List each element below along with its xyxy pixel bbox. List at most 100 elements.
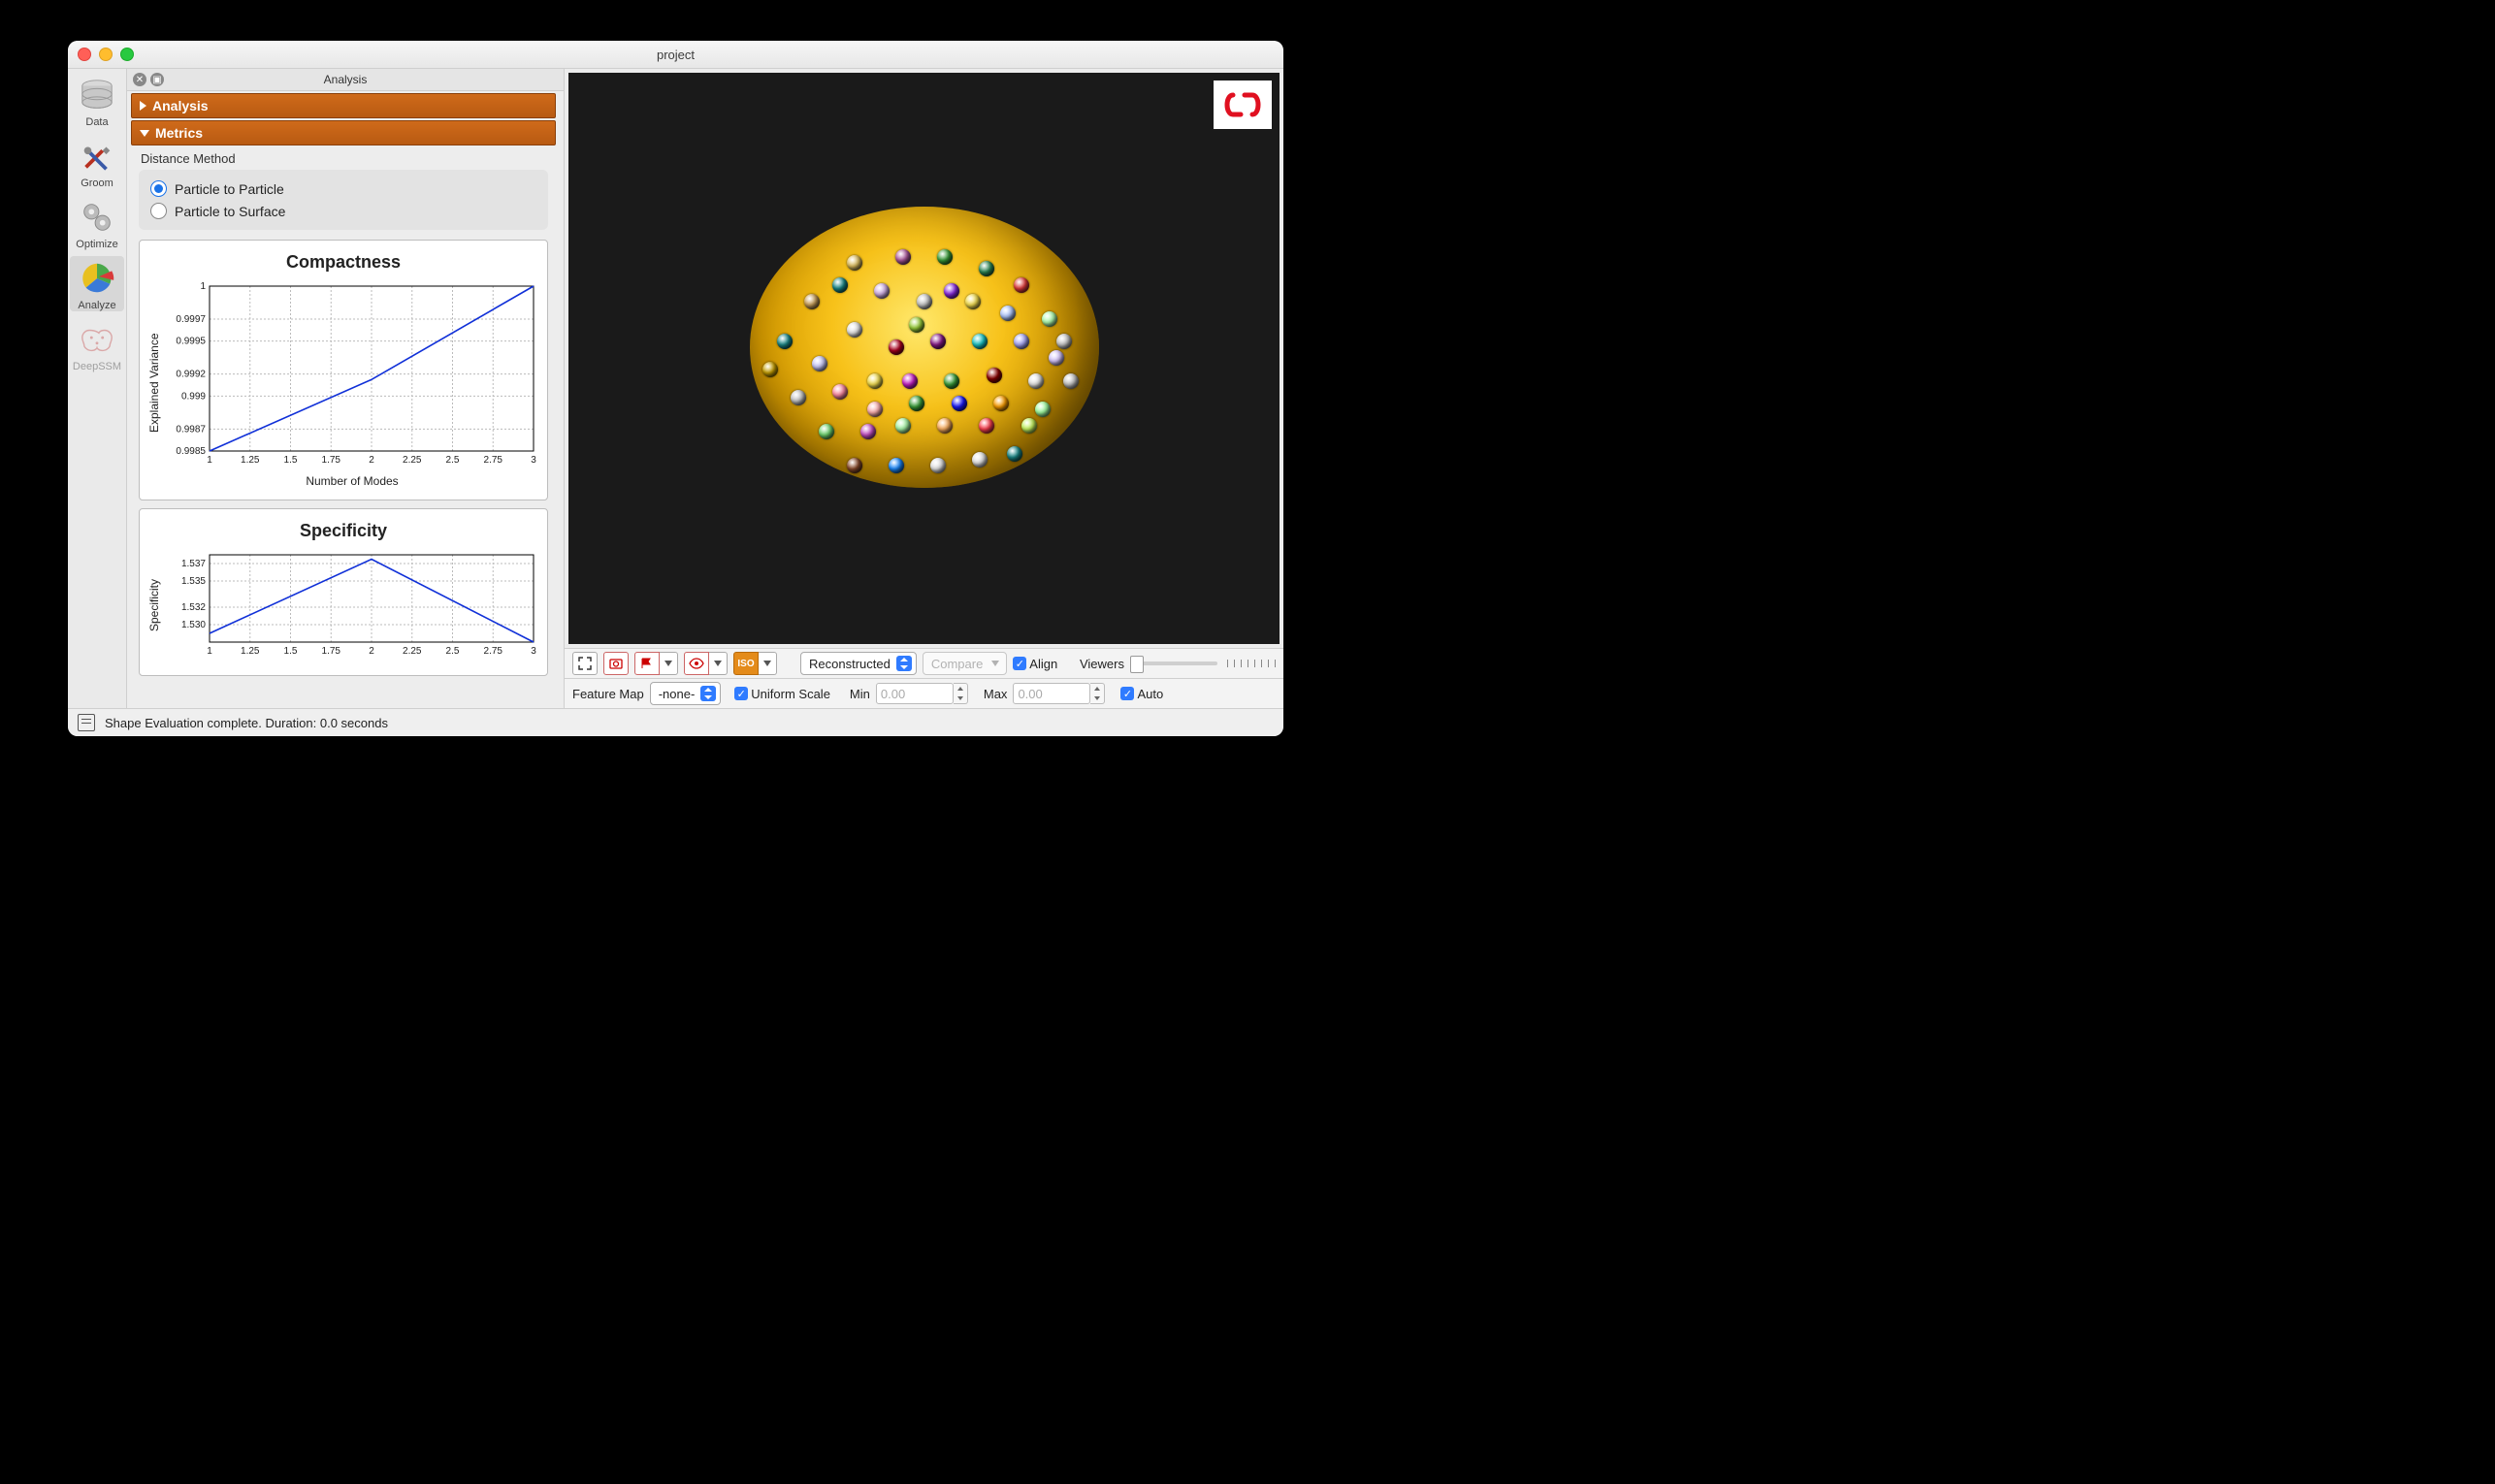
log-icon[interactable] (78, 714, 95, 731)
particle (979, 418, 994, 434)
app-window: project Data Groom (68, 41, 1283, 736)
x-axis-label: Number of Modes (163, 474, 541, 488)
rail-analyze[interactable]: Analyze (70, 256, 124, 311)
section-analysis[interactable]: Analysis (131, 93, 556, 118)
particle (819, 424, 834, 439)
svg-text:1.5: 1.5 (284, 646, 298, 657)
particle (874, 283, 890, 299)
max-stepper[interactable] (1090, 683, 1105, 704)
sidebar-title: Analysis (127, 73, 564, 86)
svg-text:1.75: 1.75 (322, 646, 341, 657)
particle (937, 418, 953, 434)
chevron-down-icon (140, 130, 149, 137)
flag-dropdown[interactable] (660, 652, 678, 675)
check-icon: ✓ (1120, 687, 1134, 700)
compare-select[interactable]: Compare (923, 652, 1007, 675)
chevron-right-icon (140, 101, 146, 111)
check-icon: ✓ (734, 687, 748, 700)
feature-map-select[interactable]: -none- (650, 682, 722, 705)
svg-text:1.75: 1.75 (322, 455, 341, 466)
svg-text:0.9997: 0.9997 (176, 314, 206, 325)
particle (812, 356, 827, 371)
particle (972, 334, 988, 349)
particle (1014, 277, 1029, 293)
flag-button[interactable] (634, 652, 660, 675)
min-field[interactable]: 0.00 (876, 683, 954, 704)
iso-dropdown[interactable] (759, 652, 777, 675)
particle (1000, 306, 1016, 321)
gears-icon (77, 197, 117, 238)
auto-checkbox[interactable]: ✓ Auto (1120, 687, 1163, 701)
radio-particle-to-particle[interactable]: Particle to Particle (150, 177, 536, 200)
rail-label: Data (70, 116, 124, 128)
particle (987, 368, 1002, 383)
uniform-scale-checkbox[interactable]: ✓ Uniform Scale (734, 687, 830, 701)
viewers-slider[interactable] (1130, 661, 1217, 665)
svg-text:0.9987: 0.9987 (176, 424, 206, 435)
particle (930, 334, 946, 349)
particle (895, 249, 911, 265)
min-label: Min (850, 687, 870, 701)
svg-text:2.25: 2.25 (403, 646, 422, 657)
svg-text:1.537: 1.537 (181, 559, 206, 569)
chevron-updown-icon (896, 656, 912, 671)
particle (791, 390, 806, 405)
rail-groom[interactable]: Groom (70, 134, 124, 189)
status-bar: Shape Evaluation complete. Duration: 0.0… (68, 708, 1283, 736)
particle (944, 373, 959, 389)
fit-view-button[interactable] (572, 652, 598, 675)
svg-text:2: 2 (369, 455, 374, 466)
particle (1035, 402, 1051, 417)
particle (937, 249, 953, 265)
svg-text:1.530: 1.530 (181, 620, 206, 630)
particle (847, 255, 862, 271)
visibility-dropdown[interactable] (709, 652, 728, 675)
particle (804, 294, 820, 309)
feature-map-label: Feature Map (572, 687, 644, 701)
rail-data[interactable]: Data (70, 73, 124, 128)
particle (909, 396, 924, 411)
rail-optimize[interactable]: Optimize (70, 195, 124, 250)
radio-icon (150, 180, 167, 197)
titlebar: project (68, 41, 1283, 69)
radio-particle-to-surface[interactable]: Particle to Surface (150, 200, 536, 222)
max-field[interactable]: 0.00 (1013, 683, 1090, 704)
svg-text:2.5: 2.5 (446, 455, 460, 466)
particle (952, 396, 967, 411)
shape-model (750, 207, 1099, 488)
particle (1049, 350, 1064, 366)
particle (1014, 334, 1029, 349)
slider-ticks (1227, 660, 1276, 667)
particle (1028, 373, 1044, 389)
min-stepper[interactable] (954, 683, 968, 704)
particle (993, 396, 1009, 411)
check-icon: ✓ (1013, 657, 1026, 670)
particle (1021, 418, 1037, 434)
svg-text:3: 3 (531, 455, 536, 466)
chart-plot: 11.251.51.7522.252.52.7531.5301.5321.535… (163, 547, 541, 663)
radio-label: Particle to Particle (175, 181, 284, 197)
particle (1007, 446, 1022, 462)
screenshot-button[interactable] (603, 652, 629, 675)
svg-text:1.5: 1.5 (284, 455, 298, 466)
section-metrics[interactable]: Metrics (131, 120, 556, 145)
chart-compactness: Compactness Explained Variance 11.251.51… (139, 240, 548, 500)
particle (832, 277, 848, 293)
y-axis-label: Explained Variance (146, 278, 163, 488)
particle (930, 458, 946, 473)
window-title: project (68, 48, 1283, 62)
particle (777, 334, 793, 349)
svg-text:2: 2 (369, 646, 374, 657)
visibility-button[interactable] (684, 652, 709, 675)
svg-text:2.25: 2.25 (403, 455, 422, 466)
particle (867, 373, 883, 389)
particle (895, 418, 911, 434)
iso-label: ISO (737, 659, 754, 669)
tools-icon (77, 136, 117, 177)
radio-icon (150, 203, 167, 219)
align-checkbox[interactable]: ✓ Align (1013, 657, 1057, 671)
render-mode-select[interactable]: Reconstructed (800, 652, 917, 675)
rail-deepssm[interactable]: DeepSSM (70, 317, 124, 372)
3d-view[interactable] (568, 73, 1280, 644)
iso-button[interactable]: ISO (733, 652, 759, 675)
